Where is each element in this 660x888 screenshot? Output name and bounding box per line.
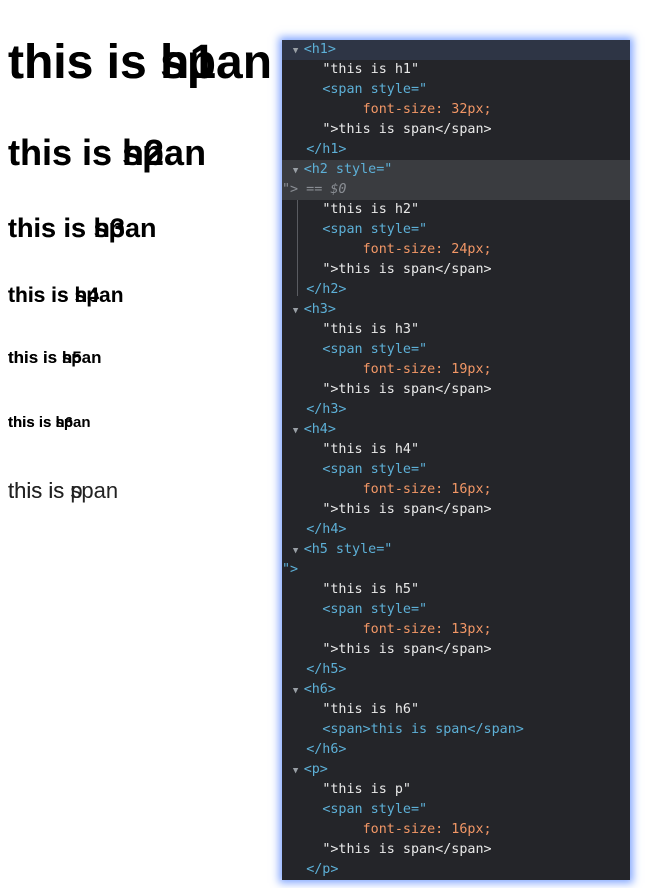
h4-span: this is span <box>8 284 124 307</box>
node-h6[interactable]: ▼ <h6> <box>282 680 630 700</box>
style-value: font-size: 24px; <box>362 242 492 257</box>
style-value: font-size: 32px; <box>362 102 492 117</box>
close-tag: </h5> <box>306 662 347 677</box>
expand-triangle-icon[interactable]: ▼ <box>282 166 304 176</box>
close-tag: </h4> <box>306 522 347 537</box>
paragraph: this is p this is span <box>8 477 118 505</box>
text-node[interactable]: "this is h1" <box>282 60 630 80</box>
close-tag: </h1> <box>306 142 347 157</box>
h6-heading: this is h6 this is span <box>8 414 91 432</box>
text-node[interactable]: "this is h2" <box>282 200 630 220</box>
node-span[interactable]: <span style=" <box>282 800 630 820</box>
expand-triangle-icon[interactable]: ▼ <box>282 686 304 696</box>
span-close: ">this is span</span> <box>322 122 492 137</box>
span-close: ">this is span</span> <box>322 842 492 857</box>
node-span[interactable]: <span style=" <box>282 340 630 360</box>
close-tag: </h6> <box>306 742 347 757</box>
h2-span: this is span <box>8 132 207 173</box>
expand-triangle-icon[interactable]: ▼ <box>282 546 304 556</box>
attr-close: "> <box>282 562 299 577</box>
node-h5[interactable]: ▼ <h5 style=" <box>282 540 630 560</box>
text-node[interactable]: "this is h3" <box>282 320 630 340</box>
node-h4[interactable]: ▼ <h4> <box>282 420 630 440</box>
node-h1[interactable]: ▼ <h1> <box>282 40 630 60</box>
span-close: ">this is span</span> <box>322 262 492 277</box>
h4-heading: this is h4 this is span <box>8 283 124 309</box>
text-node[interactable]: "this is h6" <box>282 700 630 720</box>
text-node[interactable]: "this is p" <box>282 780 630 800</box>
span-close: ">this is span</span> <box>322 502 492 517</box>
node-span[interactable]: <span style=" <box>282 600 630 620</box>
style-value: font-size: 13px; <box>362 622 492 637</box>
text-node[interactable]: "this is h4" <box>282 440 630 460</box>
h1-span: this is span <box>8 36 273 89</box>
style-value: font-size: 19px; <box>362 362 492 377</box>
style-value: font-size: 16px; <box>362 482 492 497</box>
rendered-page: this is h1 this is span this is h2 this … <box>0 0 280 888</box>
text-node[interactable]: "this is h5" <box>282 580 630 600</box>
node-span[interactable]: <span style=" <box>282 80 630 100</box>
close-tag: </h2> <box>306 282 347 297</box>
node-h3[interactable]: ▼ <h3> <box>282 300 630 320</box>
h5-heading: this is h5 this is span <box>8 348 102 368</box>
node-h2-selected[interactable]: ▼ <h2 style=" <box>282 160 630 180</box>
close-tag: </p> <box>306 862 339 877</box>
expand-triangle-icon[interactable]: ▼ <box>282 426 304 436</box>
expand-triangle-icon[interactable]: ▼ <box>282 46 304 56</box>
h5-span: this is span <box>8 348 102 367</box>
expand-triangle-icon[interactable]: ▼ <box>282 306 304 316</box>
p-span: this is span <box>8 478 119 503</box>
close-tag: </h3> <box>306 402 347 417</box>
h6-span: this is span <box>8 414 91 431</box>
h1-heading: this is h1 this is span <box>8 36 272 90</box>
span-close: ">this is span</span> <box>322 642 492 657</box>
h3-span: this is span <box>8 213 157 243</box>
h2-heading: this is h2 this is span <box>8 133 206 173</box>
node-span[interactable]: <span>this is span</span> <box>282 720 630 740</box>
devtools-elements-panel: ▼ <h1> "this is h1" <span style=" font-s… <box>282 40 630 880</box>
node-p[interactable]: ▼ <p> <box>282 760 630 780</box>
node-span[interactable]: <span style=" <box>282 460 630 480</box>
style-value: font-size: 16px; <box>362 822 492 837</box>
span-close: ">this is span</span> <box>322 382 492 397</box>
node-span[interactable]: <span style=" <box>282 220 630 240</box>
h3-heading: this is h3 this is span <box>8 212 157 244</box>
selected-node-marker: "> == $0 <box>282 182 347 197</box>
expand-triangle-icon[interactable]: ▼ <box>282 766 304 776</box>
